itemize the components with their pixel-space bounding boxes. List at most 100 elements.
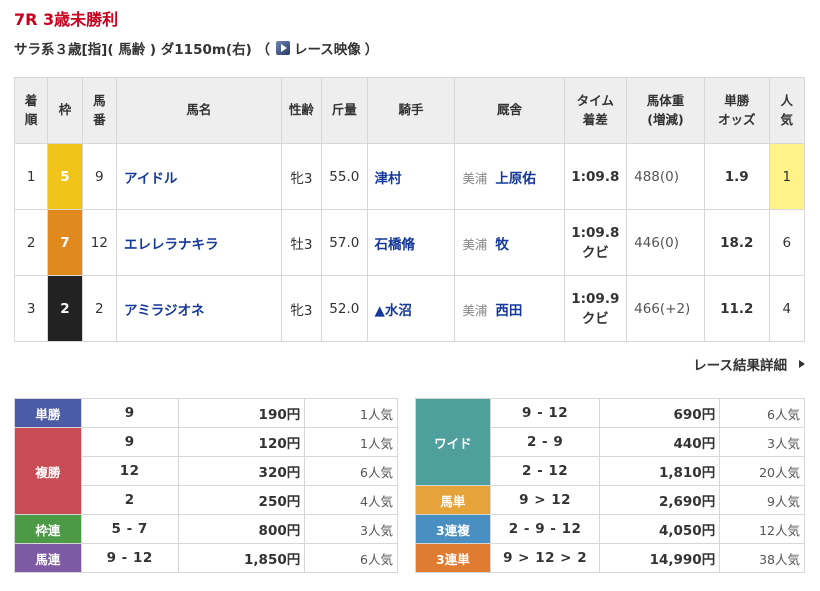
header-jockey: 騎手 <box>366 77 456 144</box>
payout-popularity-cell: 9人気 <box>719 485 805 515</box>
payout-popularity-cell: 20人気 <box>719 456 805 486</box>
payout-row: 単勝 9 190円 1人気 <box>14 398 398 428</box>
time-cell: 1:09.8 <box>563 143 628 210</box>
race-result-detail-label[interactable]: レース結果詳細 <box>693 354 787 374</box>
sexage-cell: 牡3 <box>280 209 323 276</box>
horse-name-cell: アミラジオネ <box>116 275 282 342</box>
waku-cell: 7 <box>47 209 83 276</box>
payout-amount-cell: 800円 <box>177 514 306 544</box>
stable-location: 美浦 <box>462 302 488 318</box>
trainer-link[interactable]: 牧 <box>495 237 509 253</box>
combination-cell: 9 - 12 <box>80 543 179 573</box>
odds-cell: 18.2 <box>703 209 770 276</box>
payout-popularity-cell: 38人気 <box>719 543 805 573</box>
header-time: タイム 着差 <box>563 77 628 144</box>
combination-cell: 5 - 7 <box>80 514 179 544</box>
arrow-right-icon <box>799 360 805 368</box>
payout-popularity-cell: 12人気 <box>719 514 805 544</box>
header-rank: 着 順 <box>13 77 49 144</box>
result-row: 1 5 9 アイドル 牝3 55.0 津村 美浦 上原佑 1:09.8 488(0) 1.9 1 <box>13 143 806 210</box>
bet-type-label: 馬単 <box>415 485 491 515</box>
rank-cell: 2 <box>13 209 49 276</box>
stable-location: 美浦 <box>462 170 488 186</box>
combination-cell: 2 <box>80 485 179 515</box>
combination-cell: 9 > 12 <box>489 485 601 515</box>
popularity-cell: 6 <box>768 209 806 276</box>
waku-cell: 5 <box>47 143 83 210</box>
payout-amount-cell: 120円 <box>177 427 306 457</box>
payout-amount-cell: 320円 <box>177 456 306 486</box>
video-icon[interactable] <box>275 41 290 55</box>
waku-cell: 2 <box>47 275 83 342</box>
popularity-cell: 4 <box>768 275 806 342</box>
bet-type-label: 3連複 <box>415 514 491 544</box>
payout-popularity-cell: 6人気 <box>304 543 398 573</box>
header-waku: 枠 <box>47 77 83 144</box>
payout-popularity-cell: 4人気 <box>304 485 398 515</box>
jockey-link[interactable]: 石橋脩 <box>375 237 416 253</box>
header-sexage: 性齢 <box>280 77 323 144</box>
horse-number-cell: 12 <box>81 209 118 276</box>
horse-number-cell: 9 <box>81 143 118 210</box>
header-horse-name: 馬名 <box>116 77 282 144</box>
header-odds: 単勝 オッズ <box>703 77 770 144</box>
header-stable: 厩舎 <box>454 77 565 144</box>
odds-cell: 1.9 <box>703 143 770 210</box>
time-cell: 1:09.9 クビ <box>563 275 628 342</box>
race-result-detail-link[interactable]: レース結果詳細 <box>693 354 805 374</box>
sexage-cell: 牝3 <box>280 275 323 342</box>
trainer-link[interactable]: 上原佑 <box>495 171 536 187</box>
payout-amount-cell: 440円 <box>599 427 721 457</box>
bet-type-label: ワイド <box>415 398 491 486</box>
payout-popularity-cell: 3人気 <box>719 427 805 457</box>
results-header-row: 着 順 枠 馬 番 馬名 性齢 斤量 騎手 厩舎 タイム 着差 馬体重 (増減)… <box>13 77 806 144</box>
combination-cell: 9 > 12 > 2 <box>489 543 601 573</box>
body-weight-cell: 446(0) <box>626 209 705 276</box>
horse-name-cell: アイドル <box>116 143 282 210</box>
jockey-cell: 石橋脩 <box>366 209 456 276</box>
finish-time: 1:09.9 <box>571 290 620 307</box>
close-paren: ） <box>364 42 379 58</box>
horse-name-link[interactable]: エレレラナキラ <box>124 237 219 253</box>
payout-amount-cell: 190円 <box>177 398 306 428</box>
bet-type-label: 単勝 <box>14 398 82 428</box>
payout-row: 3連単 9 > 12 > 2 14,990円 38人気 <box>415 543 805 573</box>
stable-cell: 美浦 西田 <box>454 275 565 342</box>
payout-amount-cell: 4,050円 <box>599 514 721 544</box>
stable-cell: 美浦 上原佑 <box>454 143 565 210</box>
weight-cell: 57.0 <box>321 209 368 276</box>
combination-cell: 12 <box>80 456 179 486</box>
payout-popularity-cell: 1人気 <box>304 427 398 457</box>
horse-number-cell: 2 <box>81 275 118 342</box>
payout-amount-cell: 690円 <box>599 398 721 428</box>
payout-amount-cell: 2,690円 <box>599 485 721 515</box>
payout-row: 3連複 2 - 9 - 12 4,050円 12人気 <box>415 514 805 544</box>
combination-cell: 2 - 9 - 12 <box>489 514 601 544</box>
race-video-link[interactable]: レース映像 <box>294 38 361 58</box>
payout-popularity-cell: 6人気 <box>304 456 398 486</box>
payout-popularity-cell: 1人気 <box>304 398 398 428</box>
jockey-link[interactable]: 津村 <box>375 171 402 187</box>
race-title: 7R 3歳未勝利 <box>14 10 119 29</box>
horse-name-link[interactable]: アイドル <box>124 171 177 187</box>
finish-time: 1:09.8 <box>571 224 620 241</box>
horse-name-cell: エレレラナキラ <box>116 209 282 276</box>
horse-name-link[interactable]: アミラジオネ <box>124 303 204 319</box>
payout-amount-cell: 1,850円 <box>177 543 306 573</box>
rank-cell: 3 <box>13 275 49 342</box>
body-weight-cell: 466(+2) <box>626 275 705 342</box>
payout-table-left: 単勝 9 190円 1人気 複勝 9 120円 1人気 12 320円 6人気 2 250円 4人気 枠連 5… <box>14 398 398 573</box>
payout-popularity-cell: 6人気 <box>719 398 805 428</box>
result-row: 2 7 12 エレレラナキラ 牡3 57.0 石橋脩 美浦牧 1:09.8 クビ 446(0) 18.… <box>13 209 806 276</box>
combination-cell: 9 <box>80 427 179 457</box>
trainer-link[interactable]: 西田 <box>495 303 522 319</box>
jockey-link[interactable]: ▲水沼 <box>375 303 412 319</box>
results-table: 着 順 枠 馬 番 馬名 性齢 斤量 騎手 厩舎 タイム 着差 馬体重 (増減)… <box>13 77 806 342</box>
payout-row: 枠連 5 - 7 800円 3人気 <box>14 514 398 544</box>
race-conditions: サラ系３歳[指]( 馬齢 ) ダ1150m(右) （ レース映像 ） <box>14 38 378 58</box>
odds-cell: 11.2 <box>703 275 770 342</box>
payout-table-right: ワイド 9 - 12 690円 6人気 2 - 9 440円 3人気 2 - 12 1,810円… <box>415 398 805 573</box>
bet-type-label: 馬連 <box>14 543 82 573</box>
payout-popularity-cell: 3人気 <box>304 514 398 544</box>
header-num: 馬 番 <box>81 77 118 144</box>
